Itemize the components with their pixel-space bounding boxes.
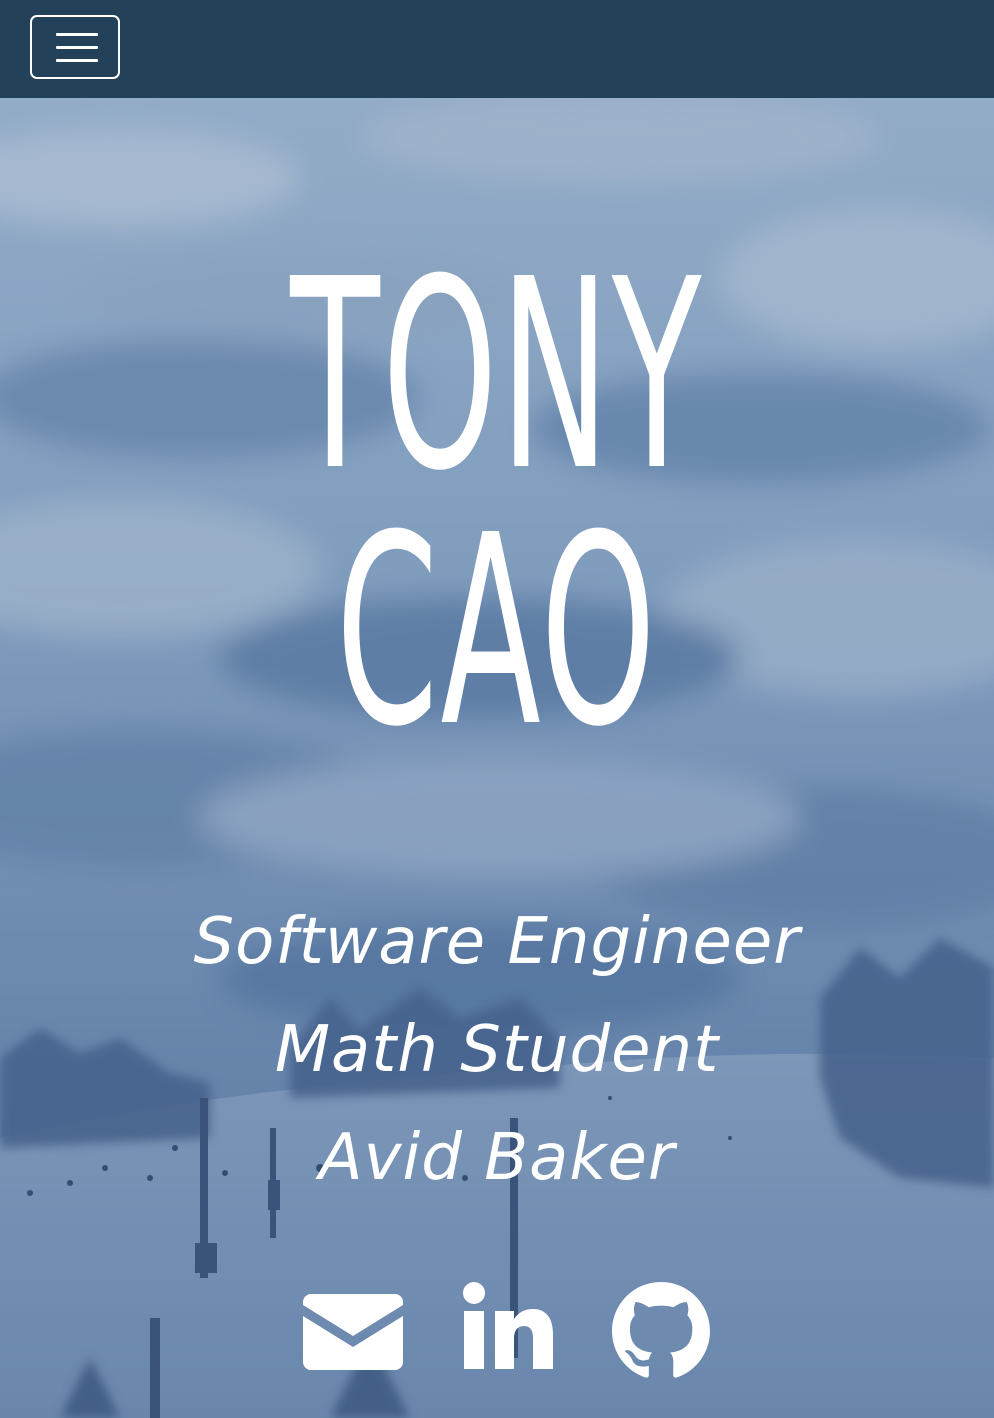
envelope-icon — [303, 1294, 403, 1370]
page: TONY CAO Software Engineer Math Student … — [0, 0, 994, 1418]
role-item: Software Engineer — [193, 905, 801, 979]
email-link[interactable] — [303, 1294, 403, 1375]
hero-section: TONY CAO Software Engineer Math Student … — [0, 98, 994, 1418]
menu-toggle-button[interactable] — [30, 15, 120, 79]
social-links — [0, 1278, 994, 1388]
github-icon — [612, 1282, 710, 1378]
role-item: Avid Baker — [318, 1121, 676, 1195]
name-first: TONY — [290, 223, 704, 528]
role-item: Math Student — [274, 1013, 720, 1087]
navbar — [0, 0, 994, 98]
roles-list: Software Engineer Math Student Avid Bake… — [0, 888, 994, 1212]
name-last: CAO — [335, 479, 659, 784]
linkedin-link[interactable] — [462, 1282, 554, 1375]
linkedin-icon — [463, 1282, 553, 1369]
hero-name: TONY CAO — [219, 223, 776, 784]
github-link[interactable] — [612, 1282, 710, 1385]
